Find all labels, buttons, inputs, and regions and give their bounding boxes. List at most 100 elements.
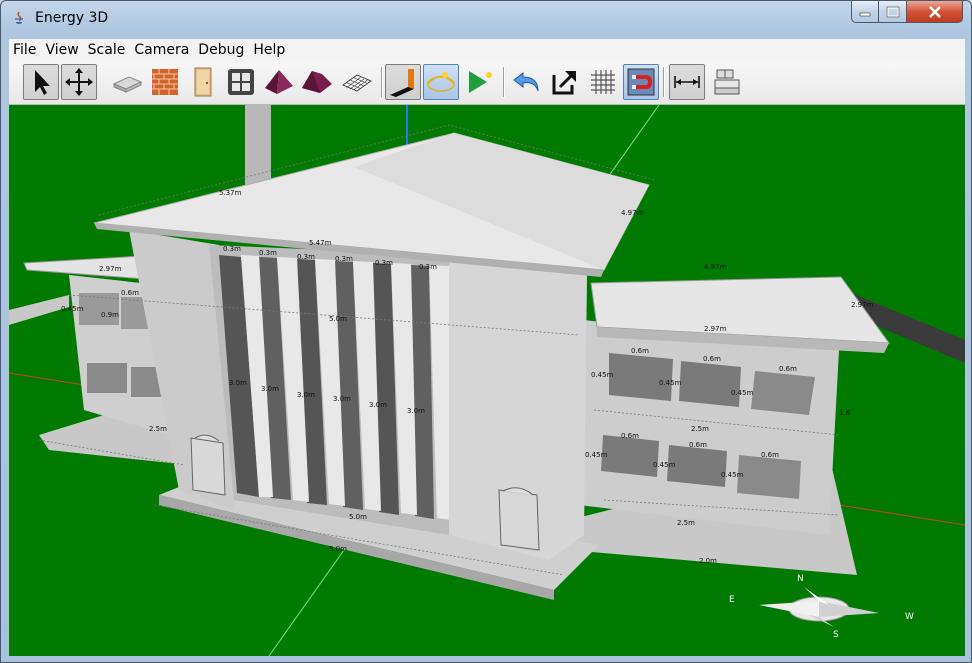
scene-svg: 5.47m 4.97m 5.37m 2.97m 4.97m 2.97m 2.97…: [9, 105, 965, 656]
label-height-5: 3.0m: [369, 401, 387, 409]
label-left-roof: 2.97m: [99, 265, 122, 273]
menu-bar: File View Scale Camera Debug Help: [9, 39, 965, 62]
label-mullion-5: 0.3m: [375, 259, 393, 267]
custom-roof-icon: [302, 71, 332, 93]
label-base-bottom: 5.0m: [329, 545, 347, 553]
snap-button[interactable]: [623, 64, 659, 100]
right-window-4: [601, 435, 659, 477]
3d-viewport[interactable]: 5.47m 4.97m 5.37m 2.97m 4.97m 2.97m 2.97…: [9, 105, 965, 656]
label-right-win-h3: 0.45m: [731, 389, 754, 397]
window-title: Energy 3D: [35, 10, 109, 26]
label-right-win-h6: 0.45m: [721, 471, 744, 479]
door-tool-button[interactable]: [185, 64, 221, 100]
label-left-win-2: 0.9m: [101, 311, 119, 319]
door-right: [498, 487, 540, 551]
label-right-win-w6: 0.6m: [761, 451, 779, 459]
label-right-base: 2.5m: [677, 519, 695, 527]
label-right-win-h1: 0.45m: [591, 371, 614, 379]
label-right-win-w5: 0.6m: [689, 441, 707, 449]
floor-tool-button[interactable]: [339, 64, 375, 100]
label-roof-top: 5.47m: [309, 239, 332, 247]
sun-path-icon: [427, 72, 455, 92]
java-app-icon: [15, 11, 23, 24]
label-height-6: 3.0m: [407, 407, 425, 415]
heliodon-icon: [390, 69, 414, 97]
custom-roof-tool-button[interactable]: [299, 64, 335, 100]
right-window-2: [679, 361, 741, 407]
grid-icon: [591, 70, 615, 94]
close-icon: [928, 5, 941, 18]
label-mullion-6: 0.3m: [419, 263, 437, 271]
label-mullion-2: 0.3m: [259, 249, 277, 257]
hip-roof-icon: [265, 70, 293, 94]
app-window: Energy 3D File View Scale Camera Debug H…: [0, 0, 972, 663]
menu-camera[interactable]: Camera: [130, 42, 194, 58]
label-height-1: 3.0m: [229, 379, 247, 387]
menu-view[interactable]: View: [41, 42, 83, 58]
heliodon-tool-button[interactable]: [385, 64, 421, 100]
run-tool-button[interactable]: [461, 64, 497, 100]
hip-roof-tool-button[interactable]: [261, 64, 297, 100]
label-right-win-h4: 0.45m: [585, 451, 608, 459]
zoom-export-icon: [552, 71, 576, 95]
maximize-icon: [886, 6, 899, 17]
undo-icon: [513, 71, 539, 92]
menu-scale[interactable]: Scale: [84, 42, 131, 58]
label-height-2: 3.0m: [261, 385, 279, 393]
wall-icon: [152, 69, 178, 95]
label-right-roof-edge: 2.97m: [851, 301, 874, 309]
annotation-icon: [674, 76, 700, 88]
menu-file[interactable]: File: [9, 42, 41, 58]
label-right-win-w4: 0.6m: [621, 432, 639, 440]
left-window-1: [79, 293, 119, 325]
title-bar[interactable]: Energy 3D: [1, 1, 971, 37]
menu-debug[interactable]: Debug: [194, 42, 249, 58]
label-right-roof-top: 4.97m: [704, 263, 727, 271]
wall-tool-button[interactable]: [147, 64, 183, 100]
right-wing-wall: [579, 320, 839, 535]
label-roof-side: 4.97m: [621, 209, 644, 217]
label-height-4: 3.0m: [333, 395, 351, 403]
resize-tool-button[interactable]: [61, 64, 97, 100]
label-right-side: 1.6: [839, 409, 851, 417]
right-window-6: [737, 455, 801, 499]
label-mullion-4: 0.3m: [335, 255, 353, 263]
label-left-wall-w: 2.5m: [149, 425, 167, 433]
left-window-3: [87, 363, 127, 393]
export-button[interactable]: [547, 64, 583, 100]
menu-help[interactable]: Help: [249, 42, 290, 58]
grid-button[interactable]: [585, 64, 621, 100]
compass-s: S: [833, 630, 839, 640]
building-stack-icon: [714, 69, 740, 95]
building-stack-button[interactable]: [709, 64, 745, 100]
maximize-button[interactable]: [879, 1, 907, 23]
run-play-icon: [469, 71, 492, 93]
compass-n: N: [797, 574, 804, 584]
right-window-1: [609, 353, 673, 401]
window-tool-button[interactable]: [223, 64, 259, 100]
label-left-win-1: 0.6m: [121, 289, 139, 297]
toolbar: [9, 61, 965, 105]
sun-path-tool-button[interactable]: [423, 64, 459, 100]
tower-pole: [245, 105, 271, 185]
close-button[interactable]: [907, 1, 963, 23]
label-mullion-3: 0.3m: [297, 253, 315, 261]
label-mid-beam: 5.0m: [329, 315, 347, 323]
door-left: [190, 434, 226, 496]
label-base-front: 5.0m: [349, 513, 367, 521]
label-right-wall-w: 2.5m: [691, 425, 709, 433]
select-tool-button[interactable]: [23, 64, 59, 100]
label-height-3: 3.0m: [297, 391, 315, 399]
snap-magnet-icon: [627, 68, 655, 96]
foundation-tool-button[interactable]: [109, 64, 145, 100]
annotation-button[interactable]: [669, 64, 705, 100]
label-right-win-h2: 0.45m: [659, 379, 682, 387]
label-right-win-w3: 0.6m: [779, 365, 797, 373]
undo-button[interactable]: [509, 64, 545, 100]
label-right-roof: 2.97m: [704, 325, 727, 333]
select-arrow-icon: [35, 70, 50, 95]
label-roof-left-top: 5.37m: [219, 189, 242, 197]
label-right-win-h5: 0.45m: [653, 461, 676, 469]
label-right-win-w2: 0.6m: [703, 355, 721, 363]
minimize-button[interactable]: [851, 1, 879, 23]
